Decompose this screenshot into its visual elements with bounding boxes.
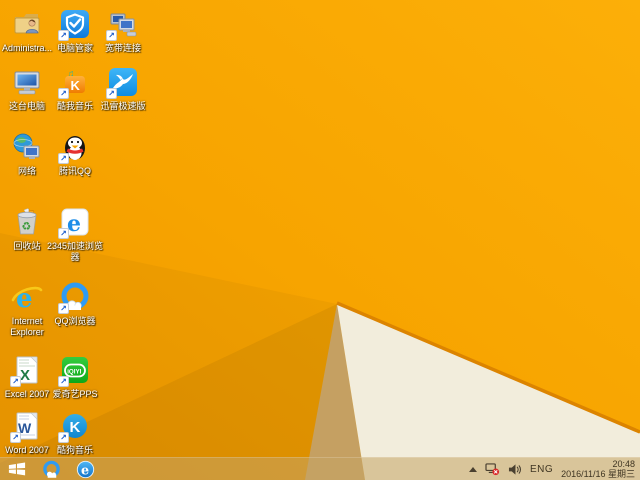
svg-text:e: e xyxy=(80,463,88,478)
shortcut-arrow-icon: ↗ xyxy=(58,303,69,314)
shortcut-arrow-icon: ↗ xyxy=(58,432,69,443)
internet-explorer-icon: e xyxy=(76,460,94,478)
user-folder-icon xyxy=(11,8,43,40)
system-tray: ENG 20:48 2016/11/16 星期三 xyxy=(468,458,640,480)
shortcut-arrow-icon: ↗ xyxy=(58,153,69,164)
bird-icon: ↗ xyxy=(106,66,139,99)
penguin-icon: ↗ xyxy=(58,131,91,164)
computer-icon xyxy=(11,66,43,98)
excel-icon: X ↗ xyxy=(10,354,43,387)
network-computers-icon: ↗ xyxy=(106,8,139,41)
desktop-icon-label: QQ浏览器 xyxy=(54,316,96,326)
language-indicator[interactable]: ENG xyxy=(530,464,553,475)
desktop-icon-2345-browser[interactable]: e ↗ 2345加速浏览器 xyxy=(43,206,107,263)
clock-date: 2016/11/16 星期三 xyxy=(561,469,635,479)
show-hidden-icons-button[interactable] xyxy=(468,466,477,472)
desktop-icon-xunlei[interactable]: ↗ 迅雷极速版 xyxy=(91,66,155,112)
shortcut-arrow-icon: ↗ xyxy=(10,376,21,387)
desktop-icon-iqiyi-pps[interactable]: iQIYI ↗ 爱奇艺PPS xyxy=(43,354,107,400)
shortcut-arrow-icon: ↗ xyxy=(58,376,69,387)
desktop-icon-label: 宽带连接 xyxy=(104,43,141,53)
shortcut-arrow-icon: ↗ xyxy=(106,88,117,99)
desktop-icon-label: 腾讯QQ xyxy=(58,166,91,176)
desktop-icon-label: 2345加速浏览器 xyxy=(46,241,104,262)
internet-explorer-icon: e xyxy=(11,281,43,313)
svg-text:K: K xyxy=(70,419,81,436)
shortcut-arrow-icon: ↗ xyxy=(58,228,69,239)
desktop-icon-label: 爱奇艺PPS xyxy=(52,389,98,399)
shortcut-arrow-icon: ↗ xyxy=(10,432,21,443)
shortcut-arrow-icon: ↗ xyxy=(106,30,117,41)
svg-text:♻: ♻ xyxy=(22,221,32,233)
desktop-icon-label: 酷狗音乐 xyxy=(56,445,93,455)
music-box-icon: ♫ ♪ K ↗ xyxy=(58,66,91,99)
svg-text:♪: ♪ xyxy=(76,68,80,77)
desktop-icon-tencent-qq[interactable]: ↗ 腾讯QQ xyxy=(43,131,107,177)
desktop-icon-kugou-music[interactable]: K ↗ 酷狗音乐 xyxy=(43,410,107,456)
svg-text:e: e xyxy=(67,211,81,237)
desktop-icon-qq-browser[interactable]: ↗ QQ浏览器 xyxy=(43,281,107,327)
shortcut-arrow-icon: ↗ xyxy=(58,30,69,41)
shield-check-icon: ↗ xyxy=(58,8,91,41)
qq-browser-icon xyxy=(42,460,60,478)
ring-cloud-icon: ↗ xyxy=(58,281,91,314)
desktop-icon-broadband[interactable]: ↗ 宽带连接 xyxy=(91,8,155,54)
desktop-icon-label: 迅雷极速版 xyxy=(100,101,146,111)
shortcut-arrow-icon: ↗ xyxy=(58,88,69,99)
taskbar-ie-button[interactable]: e xyxy=(68,458,102,480)
desktop: Administra... ↗ 电脑管家 ↗ 宽带连接 这台电脑 ♫ ♪ K ↗… xyxy=(0,0,640,480)
recycle-bin-icon: ♻ xyxy=(11,206,43,238)
svg-text:X: X xyxy=(20,367,30,384)
globe-computer-icon xyxy=(11,131,43,163)
svg-text:K: K xyxy=(71,78,81,93)
kugou-icon: K ↗ xyxy=(58,410,91,443)
windows-logo-icon xyxy=(8,462,26,476)
taskbar-left: e xyxy=(0,458,102,480)
taskbar: e ENG 20:48 2016/11/16 星期三 xyxy=(0,457,640,480)
start-button[interactable] xyxy=(0,458,34,480)
volume-icon[interactable] xyxy=(508,463,522,476)
clock-time: 20:48 xyxy=(612,459,635,469)
word-icon: W ↗ xyxy=(10,410,43,443)
network-status-icon[interactable] xyxy=(485,462,500,476)
iqiyi-icon: iQIYI ↗ xyxy=(58,354,91,387)
svg-text:iQIYI: iQIYI xyxy=(67,369,81,376)
clock[interactable]: 20:48 2016/11/16 星期三 xyxy=(561,459,635,479)
blue-e-icon: e ↗ xyxy=(58,206,91,239)
taskbar-qq-browser-button[interactable] xyxy=(34,458,68,480)
